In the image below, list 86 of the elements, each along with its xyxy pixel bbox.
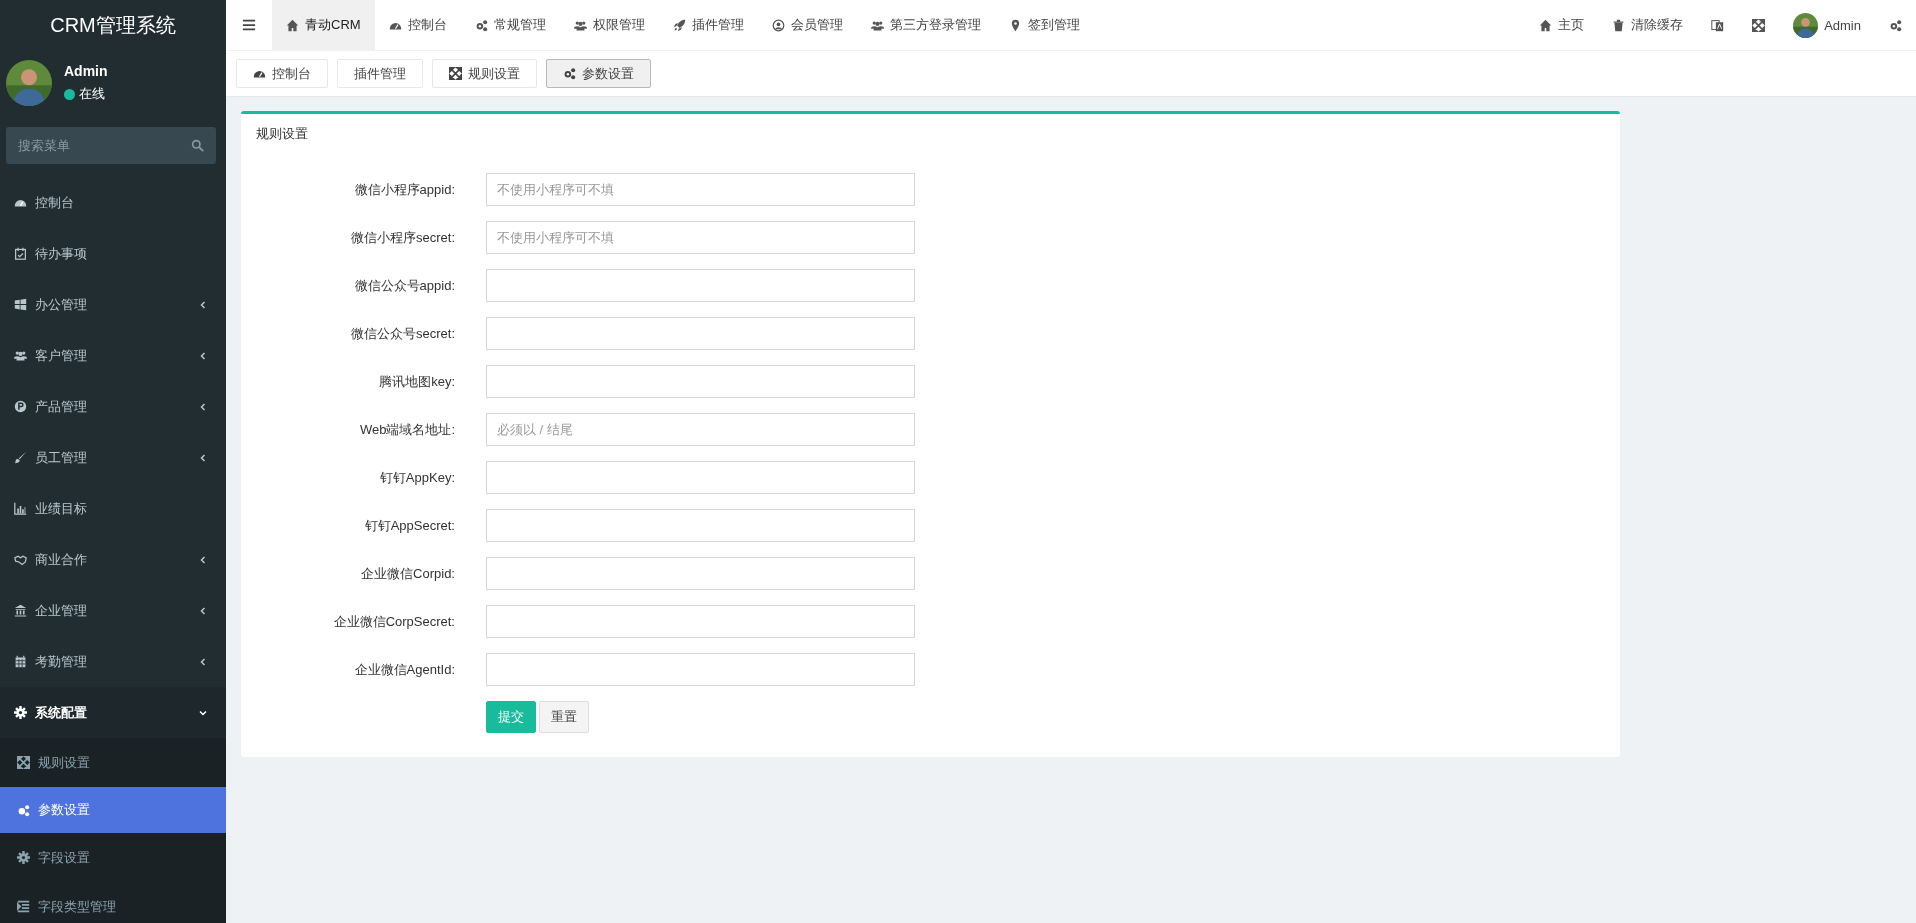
menu-item[interactable]: 商业合作 <box>0 534 226 585</box>
field-label: 钉钉AppSecret: <box>363 516 455 535</box>
windows-icon <box>14 298 27 311</box>
input-field[interactable] <box>486 461 915 494</box>
users-icon <box>14 349 27 362</box>
arrows-icon <box>449 67 462 80</box>
user-name: Admin <box>64 63 108 79</box>
submenu-item[interactable]: 参数设置 <box>0 787 226 833</box>
gear-icon <box>14 706 27 719</box>
field-label: 微信小程序appid: <box>353 180 455 199</box>
online-dot <box>64 88 75 100</box>
field-label: 企业微信Corpid: <box>360 564 455 583</box>
search-field[interactable]: 搜索菜单 <box>6 127 216 164</box>
submenu-item[interactable]: 字段设置 <box>0 833 226 882</box>
list-icon <box>17 900 30 913</box>
gear-icon <box>17 851 30 864</box>
nav-tab[interactable]: 控制台 <box>374 0 461 50</box>
menu-item[interactable]: 考勤管理 <box>0 636 226 687</box>
input-field[interactable]: 不使用小程序可不填 <box>486 221 915 254</box>
settings-icon <box>1889 18 1902 32</box>
field-label: 腾讯地图key: <box>378 372 455 391</box>
menu-item[interactable]: 待办事项 <box>0 228 226 279</box>
menu-item[interactable]: 产品管理 <box>0 381 226 432</box>
bank-icon <box>14 604 27 617</box>
user-menu[interactable]: Admin <box>1779 0 1875 50</box>
menu-item[interactable]: 控制台 <box>0 177 226 228</box>
nav-tab[interactable]: 会员管理 <box>757 0 857 50</box>
nav-tab[interactable]: 权限管理 <box>559 0 659 50</box>
submenu-item[interactable]: 规则设置 <box>0 738 226 787</box>
menu-item[interactable]: 业绩目标 <box>0 483 226 534</box>
nav-tab[interactable]: 青动CRM <box>272 0 375 50</box>
gears-icon <box>563 67 576 80</box>
calendar-icon <box>14 655 27 668</box>
input-field[interactable]: 必须以 / 结尾 <box>486 413 915 446</box>
gears-icon <box>474 18 488 32</box>
input-field[interactable] <box>486 509 915 542</box>
input-field[interactable] <box>486 317 915 350</box>
page-tab[interactable]: 插件管理 <box>337 59 423 88</box>
app-title: CRM管理系统 <box>49 12 177 38</box>
rocket-icon <box>672 18 686 32</box>
gears-icon <box>17 803 30 817</box>
card-title: 规则设置 <box>255 125 309 143</box>
input-field[interactable]: 不使用小程序可不填 <box>486 173 915 206</box>
input-field[interactable] <box>486 365 915 398</box>
field-label: 微信公众号secret: <box>350 324 455 343</box>
input-field[interactable] <box>486 653 915 686</box>
nav-tab[interactable]: 第三方登录管理 <box>856 0 995 50</box>
field-label: Web端域名地址: <box>358 420 455 439</box>
field-label: 钉钉AppKey: <box>378 468 455 487</box>
input-field[interactable] <box>486 557 915 590</box>
home-icon <box>286 18 299 32</box>
page-tab[interactable]: 参数设置 <box>546 59 651 88</box>
home-icon <box>1539 18 1553 32</box>
submenu-item[interactable]: 字段类型管理 <box>0 882 226 923</box>
bar-chart-icon <box>14 502 27 515</box>
menu-item[interactable]: 企业管理 <box>0 585 226 636</box>
input-field[interactable] <box>486 269 915 302</box>
clear-cache-button[interactable]: 清除缓存 <box>1598 0 1698 50</box>
avatar <box>1793 12 1819 38</box>
reset-button[interactable]: 重置 <box>539 701 589 733</box>
user-circle-icon <box>771 18 785 32</box>
home-link[interactable]: 主页 <box>1525 0 1599 50</box>
user-status: 在线 <box>79 85 105 103</box>
menu-item[interactable]: 办公管理 <box>0 279 226 330</box>
fullscreen-icon <box>1752 18 1766 32</box>
trash-icon <box>1612 18 1626 32</box>
nav-tab[interactable]: 插件管理 <box>658 0 758 50</box>
menu-item[interactable]: 员工管理 <box>0 432 226 483</box>
translate-icon <box>1711 18 1725 32</box>
brush-icon <box>14 451 27 464</box>
page-tab[interactable]: 控制台 <box>236 59 328 88</box>
field-label: 企业微信AgentId: <box>353 660 455 679</box>
nav-tab[interactable]: 常规管理 <box>460 0 560 50</box>
input-field[interactable] <box>486 605 915 638</box>
avatar <box>6 60 52 106</box>
search-icon <box>191 139 204 152</box>
nav-tab[interactable]: 签到管理 <box>994 0 1094 50</box>
field-label: 企业微信CorpSecret: <box>332 612 455 631</box>
page-tab[interactable]: 规则设置 <box>432 59 537 88</box>
field-label: 微信公众号appid: <box>353 276 455 295</box>
field-label: 微信小程序secret: <box>350 228 455 247</box>
calendar-check-icon <box>14 247 27 260</box>
p-circle-icon <box>14 400 27 413</box>
menu-item[interactable]: 客户管理 <box>0 330 226 381</box>
menu-icon <box>242 18 256 32</box>
arrows-icon <box>17 756 30 769</box>
